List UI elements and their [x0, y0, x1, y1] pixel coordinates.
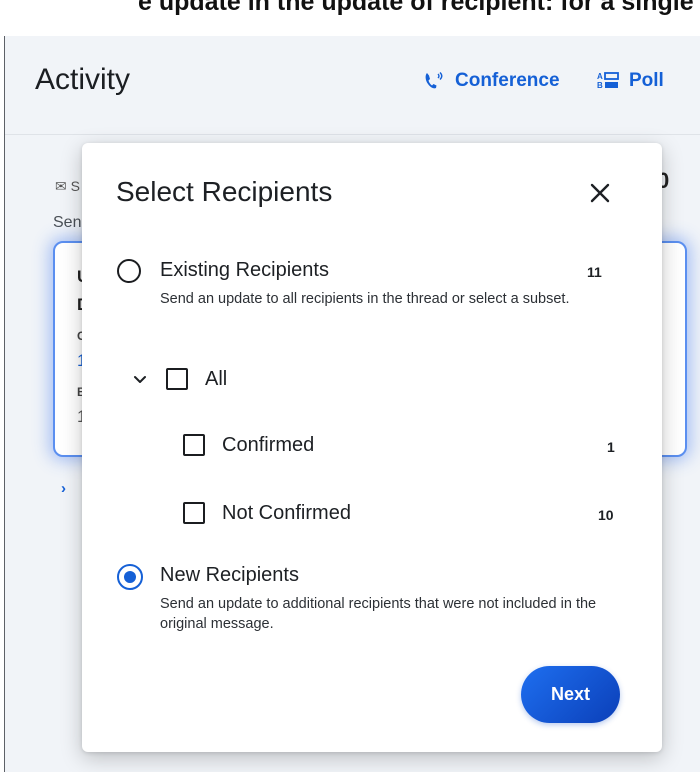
existing-recipients-radio[interactable]: [117, 259, 141, 283]
svg-text:B: B: [597, 81, 603, 90]
existing-recipients-description: Send an update to all recipients in the …: [160, 291, 570, 307]
conference-button[interactable]: Conference: [423, 70, 560, 92]
all-checkbox[interactable]: [166, 368, 188, 390]
chevron-down-icon[interactable]: [132, 372, 148, 388]
close-icon[interactable]: [586, 179, 614, 207]
svg-text:A: A: [597, 72, 603, 81]
existing-recipients-count: 11: [587, 264, 602, 280]
new-recipients-description: Send an update to additional recipients …: [160, 596, 597, 632]
poll-label: Poll: [629, 70, 664, 91]
dialog-title: Select Recipients: [116, 176, 333, 207]
not-confirmed-label: Not Confirmed: [222, 502, 351, 524]
confirmed-checkbox[interactable]: [183, 434, 205, 456]
page-header: Activity Conference A B Poll: [5, 36, 700, 135]
confirmed-count: 1: [607, 439, 615, 455]
existing-recipients-label: Existing Recipients: [160, 259, 329, 281]
message-meta: ✉ S: [55, 178, 80, 194]
next-button[interactable]: Next: [521, 666, 620, 723]
top-strip: e update in the update of recipient: for…: [0, 0, 700, 36]
chevron-right-icon[interactable]: ›: [61, 480, 66, 497]
page-title: Activity: [35, 63, 131, 96]
all-label: All: [205, 368, 228, 390]
not-confirmed-checkbox[interactable]: [183, 502, 205, 524]
top-strip-text: e update in the update of recipient: for…: [138, 0, 694, 16]
new-recipients-label: New Recipients: [160, 564, 299, 586]
poll-icon: A B: [597, 71, 619, 91]
new-recipients-radio[interactable]: [117, 564, 143, 590]
not-confirmed-count: 10: [598, 507, 614, 523]
sent-label: Sen: [53, 214, 82, 231]
confirmed-label: Confirmed: [222, 434, 315, 456]
poll-button[interactable]: A B Poll: [597, 70, 664, 92]
conference-label: Conference: [455, 70, 560, 91]
phone-call-icon: [423, 71, 445, 91]
envelope-icon: ✉: [55, 178, 67, 194]
select-recipients-dialog: Select Recipients Existing Recipients 11…: [82, 143, 662, 752]
